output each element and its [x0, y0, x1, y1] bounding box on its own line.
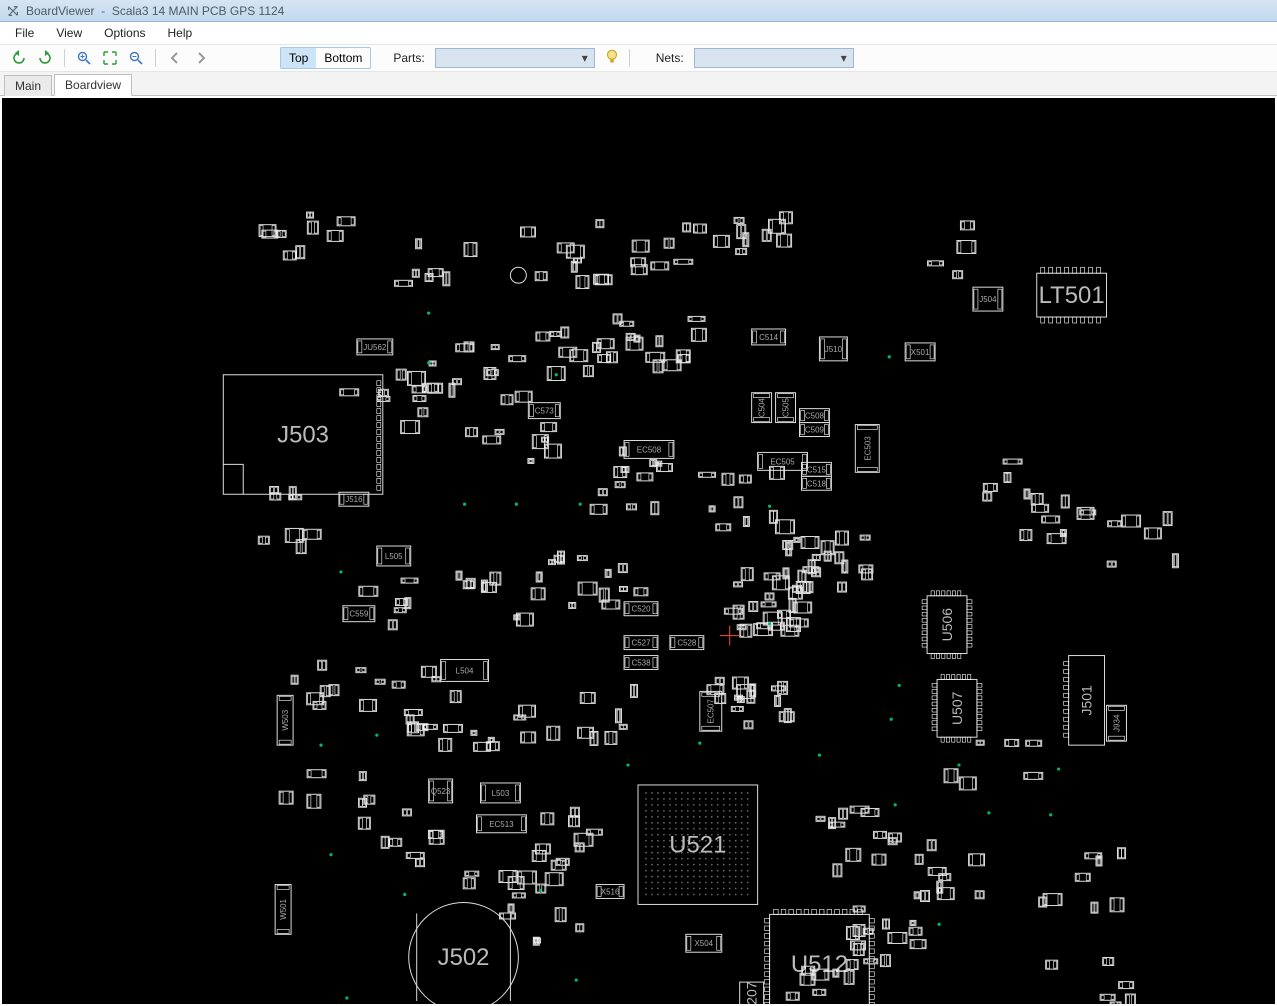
svg-text:C504: C504 [758, 398, 767, 418]
svg-text:J502: J502 [438, 944, 490, 971]
app-icon [6, 4, 20, 18]
svg-text:JU562: JU562 [363, 343, 387, 352]
tabstrip: Main Boardview [0, 72, 1277, 96]
svg-text:C508: C508 [805, 412, 825, 421]
toolbar: Top Bottom Parts: ▾ Nets: ▾ [0, 44, 1277, 72]
tab-boardview[interactable]: Boardview [54, 74, 132, 96]
svg-text:C559: C559 [349, 610, 369, 619]
separator [155, 49, 156, 67]
svg-text:W501: W501 [279, 898, 288, 919]
svg-text:X501: X501 [911, 348, 930, 357]
nets-combo[interactable]: ▾ [694, 48, 854, 68]
board-canvas[interactable]: J503 J502 U521 U512 LT501 J501 U506 U507 U5207 L5… [2, 98, 1275, 1004]
svg-text:X516: X516 [601, 887, 620, 896]
menu-file[interactable]: File [6, 24, 43, 42]
svg-text:C573: C573 [535, 407, 555, 416]
separator [629, 49, 630, 67]
menubar: File View Options Help [0, 22, 1277, 44]
title-sep: - [94, 4, 111, 18]
viewport: J503 J502 U521 U512 LT501 J501 U506 U507 U5207 L5… [0, 96, 1277, 1006]
parts-combo[interactable]: ▾ [435, 48, 595, 68]
svg-text:C518: C518 [807, 479, 827, 488]
svg-text:U506: U506 [939, 608, 955, 642]
svg-text:J510: J510 [825, 345, 843, 354]
side-bottom-button[interactable]: Bottom [316, 48, 370, 68]
svg-text:EC505: EC505 [770, 457, 795, 466]
tab-main[interactable]: Main [4, 75, 52, 96]
lightbulb-icon[interactable] [603, 48, 621, 69]
svg-text:W503: W503 [281, 709, 290, 730]
side-top-button[interactable]: Top [281, 48, 316, 68]
svg-text:C515: C515 [807, 465, 827, 474]
svg-text:L503: L503 [492, 789, 510, 798]
nav-back-button[interactable] [164, 47, 186, 69]
document-name: Scala3 14 MAIN PCB GPS 1124 [112, 4, 285, 18]
chevron-down-icon: ▾ [576, 51, 594, 65]
parts-label: Parts: [393, 51, 424, 65]
separator [64, 49, 65, 67]
svg-text:C509: C509 [805, 426, 825, 435]
menu-view[interactable]: View [47, 24, 91, 42]
svg-text:J516: J516 [345, 495, 363, 504]
svg-text:LT501: LT501 [1039, 282, 1105, 309]
rotate-ccw-button[interactable] [8, 47, 30, 69]
menu-options[interactable]: Options [95, 24, 154, 42]
zoom-out-button[interactable] [125, 47, 147, 69]
svg-text:L504: L504 [456, 666, 474, 675]
zoom-fit-button[interactable] [99, 47, 121, 69]
chevron-down-icon: ▾ [835, 51, 853, 65]
titlebar: BoardViewer - Scala3 14 MAIN PCB GPS 112… [0, 0, 1277, 22]
svg-text:C538: C538 [631, 658, 651, 667]
side-toggle: Top Bottom [280, 47, 371, 69]
svg-text:L505: L505 [385, 552, 403, 561]
svg-text:U507: U507 [949, 691, 965, 725]
svg-text:C528: C528 [677, 639, 697, 648]
svg-text:EC503: EC503 [863, 436, 872, 461]
svg-text:X504: X504 [694, 939, 713, 948]
svg-text:C520: C520 [631, 605, 651, 614]
svg-text:Q523: Q523 [431, 787, 451, 796]
svg-text:C527: C527 [631, 639, 651, 648]
svg-text:J504: J504 [979, 295, 997, 304]
svg-text:C505: C505 [782, 398, 791, 418]
nav-forward-button[interactable] [190, 47, 212, 69]
svg-text:U521: U521 [669, 832, 726, 859]
svg-text:U512: U512 [791, 951, 848, 978]
app-name: BoardViewer [26, 4, 94, 18]
nets-label: Nets: [656, 51, 684, 65]
svg-text:C514: C514 [759, 333, 779, 342]
svg-text:U5207: U5207 [744, 981, 760, 1004]
menu-help[interactable]: Help [159, 24, 202, 42]
svg-text:J503: J503 [277, 421, 329, 448]
rotate-cw-button[interactable] [34, 47, 56, 69]
svg-text:EC513: EC513 [489, 820, 514, 829]
svg-text:J934: J934 [1112, 714, 1121, 732]
svg-text:J501: J501 [1079, 685, 1095, 715]
zoom-in-button[interactable] [73, 47, 95, 69]
svg-text:EC508: EC508 [637, 445, 662, 454]
